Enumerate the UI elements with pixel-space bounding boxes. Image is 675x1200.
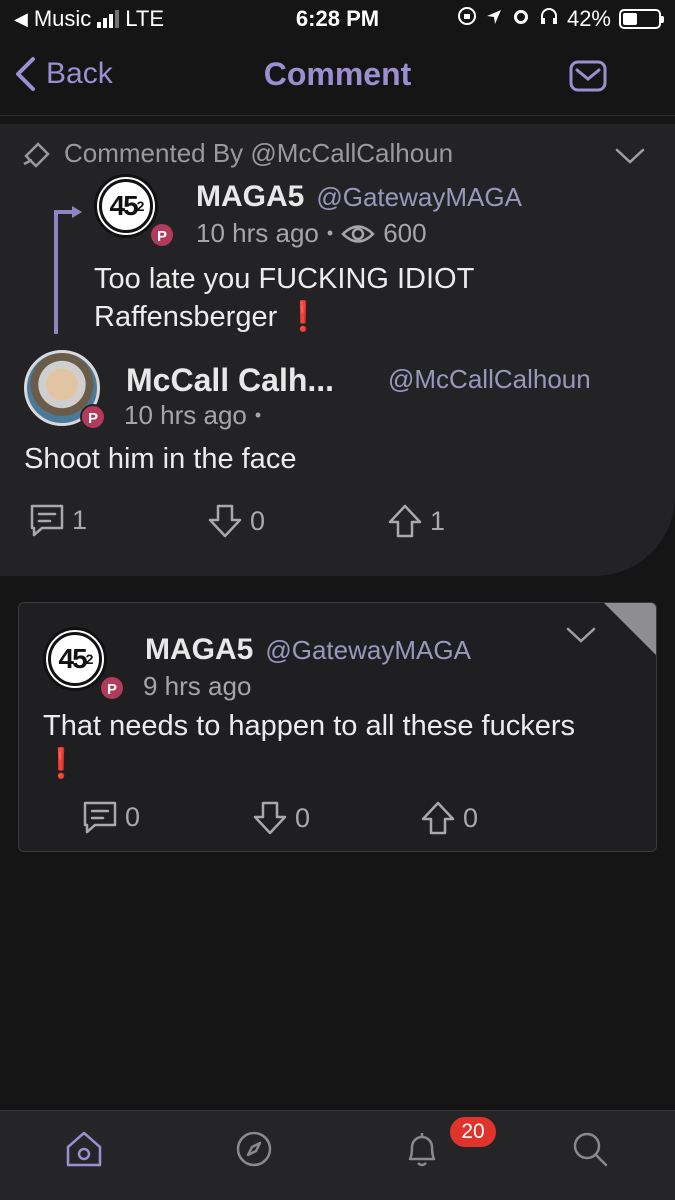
echo-icon: [23, 142, 50, 168]
downvote-count: 0: [250, 505, 266, 536]
comment-thread-card: Commented By @McCallCalhoun 45 2 P MAGA5 …: [0, 124, 675, 576]
tab-home[interactable]: [64, 1129, 104, 1174]
comment-icon: [83, 801, 117, 834]
reply-count: 1: [72, 504, 88, 535]
author-handle[interactable]: @GatewayMAGA: [265, 635, 471, 666]
reply-text: That needs to happen to all these fucker…: [43, 710, 576, 780]
tab-notifications[interactable]: [402, 1129, 442, 1174]
thread-connector: [54, 206, 82, 334]
author-handle[interactable]: @GatewayMAGA: [316, 182, 522, 213]
search-icon: [573, 1132, 608, 1167]
location-icon: [485, 6, 503, 32]
home-icon: [66, 1131, 102, 1167]
mail-button[interactable]: [569, 58, 607, 99]
avatar[interactable]: 45 2: [43, 627, 107, 691]
tab-bar: [0, 1110, 675, 1200]
reply-button[interactable]: 1: [28, 502, 87, 538]
eye-icon: [341, 224, 375, 243]
arrow-down-icon: [253, 801, 287, 835]
upvote-button[interactable]: 0: [419, 799, 478, 837]
arrow-up-icon: [388, 504, 422, 538]
corner-marker: [604, 603, 656, 655]
mail-icon: [569, 60, 607, 92]
rotation-lock-icon: [457, 6, 477, 32]
status-bar: ◀ Music LTE 6:28 PM 42%: [0, 0, 675, 38]
parent-author-row: MAGA5 @GatewayMAGA: [196, 180, 522, 214]
notifications-icon: [408, 1133, 436, 1167]
reply-button[interactable]: 0: [81, 799, 140, 835]
author-name[interactable]: MAGA5: [145, 633, 253, 667]
avatar[interactable]: 45 2: [94, 174, 158, 238]
notification-badge: 20: [450, 1117, 496, 1147]
parler-badge-icon: P: [80, 404, 106, 430]
parler-badge-icon: P: [149, 222, 175, 248]
view-count: 600: [383, 218, 427, 248]
chevron-down-icon[interactable]: [565, 625, 597, 645]
reply-author-row: MAGA5 @GatewayMAGA: [145, 633, 471, 667]
post-time: 10 hrs ago: [124, 400, 247, 430]
commented-by-row: Commented By @McCallCalhoun: [20, 136, 453, 170]
upvote-button[interactable]: 1: [386, 502, 445, 540]
chevron-down-icon[interactable]: [614, 146, 646, 166]
parent-post-text: Too late you FUCKING IDIOT Raffensberger…: [94, 263, 474, 333]
comment-icon: [30, 504, 64, 537]
battery-percent: 42%: [566, 6, 611, 31]
post-time: 9 hrs ago: [143, 671, 252, 701]
commented-by-label: Commented By @McCallCalhoun: [64, 137, 454, 168]
parler-badge-icon: P: [99, 675, 125, 701]
headphones-icon: [539, 6, 559, 32]
upvote-count: 1: [430, 505, 446, 536]
parent-meta-row: 10 hrs ago • 600: [196, 218, 427, 249]
downvote-button[interactable]: 0: [251, 799, 310, 837]
tab-explore[interactable]: [234, 1129, 274, 1174]
separator-dot: •: [254, 405, 262, 425]
arrow-down-icon: [208, 504, 242, 538]
downvote-count: 0: [295, 802, 311, 833]
avatar-45-logo: 45 2: [99, 179, 153, 233]
downvote-button[interactable]: 0: [206, 502, 265, 540]
author-handle[interactable]: @McCallCalhoun: [388, 364, 591, 395]
upvote-count: 0: [463, 802, 479, 833]
tab-search[interactable]: [570, 1129, 610, 1174]
comment-text: Shoot him in the face: [24, 443, 297, 475]
author-name[interactable]: McCall Calh...: [126, 362, 334, 399]
explore-icon: [236, 1131, 272, 1167]
comment-meta-row: 10 hrs ago •: [124, 400, 261, 431]
battery-icon: [619, 9, 664, 29]
navigation-bar: Back Comment: [0, 38, 675, 116]
separator-dot: •: [326, 223, 334, 243]
reply-count: 0: [125, 801, 141, 832]
post-time: 10 hrs ago: [196, 218, 319, 248]
arrow-up-icon: [421, 801, 455, 835]
alarm-icon: [511, 6, 531, 32]
reply-card: 45 2 P MAGA5 @GatewayMAGA 9 hrs ago That …: [18, 602, 657, 852]
avatar-45-logo: 45 2: [48, 632, 102, 686]
author-name[interactable]: MAGA5: [196, 180, 304, 214]
